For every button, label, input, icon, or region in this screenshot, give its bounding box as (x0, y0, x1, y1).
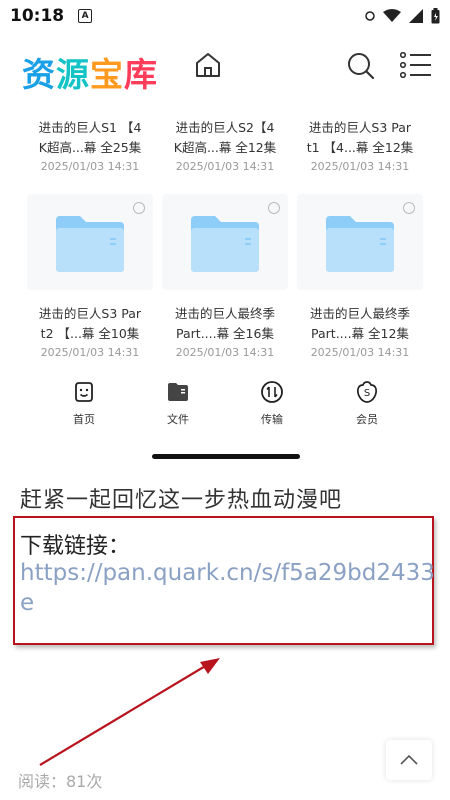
status-time: 10:18 (10, 6, 65, 26)
member-icon: S (356, 381, 378, 403)
file-item[interactable]: 进击的巨人S3 Par t1 【4...幕 全12集 2025/01/03 14… (297, 118, 423, 173)
signal-dot-icon (365, 11, 375, 21)
file-date: 2025/01/03 14:31 (175, 346, 275, 359)
file-date: 2025/01/03 14:31 (310, 346, 410, 359)
file-date: 2025/01/03 14:31 (175, 160, 275, 173)
status-bar: 10:18 A (0, 0, 450, 32)
notification-icon: A (78, 9, 93, 23)
smiley-icon (75, 382, 93, 402)
file-date: 2025/01/03 14:31 (40, 160, 140, 173)
select-radio[interactable] (403, 202, 415, 214)
article-screenshot: 进击的巨人S1 【4 K超高...幕 全25集 2025/01/03 14:31… (0, 102, 450, 462)
folder-icon (326, 216, 394, 272)
download-link[interactable]: https://pan.quark.cn/s/f5a29bd2433e (20, 558, 440, 618)
home-icon[interactable] (193, 50, 223, 80)
tab-label: 传输 (261, 413, 283, 426)
file-name: 进击的巨人最终季 (309, 306, 410, 321)
file-name: 进击的巨人S3 Par (38, 306, 142, 321)
embedded-tab-bar: 首页 文件 传输 S 会员 (0, 380, 450, 430)
file-name: K超高...幕 全25集 (38, 140, 142, 155)
file-name: 进击的巨人最终季 (174, 306, 275, 321)
folder-icon (56, 216, 124, 272)
file-item[interactable]: 进击的巨人S1 【4 K超高...幕 全25集 2025/01/03 14:31 (27, 118, 153, 173)
tab-home[interactable]: 首页 (54, 380, 114, 427)
folder-thumbnail[interactable] (162, 194, 288, 290)
home-indicator (152, 454, 300, 459)
folder-thumbnail[interactable] (297, 194, 423, 290)
status-icons (365, 8, 440, 24)
chevron-up-icon (400, 754, 418, 765)
tab-transfer[interactable]: 传输 (242, 380, 302, 427)
tab-member[interactable]: S 会员 (337, 380, 397, 427)
site-logo[interactable]: 资源宝库 (22, 48, 158, 96)
search-icon[interactable] (346, 51, 376, 81)
file-date: 2025/01/03 14:31 (310, 160, 410, 173)
cell-signal-icon (409, 9, 423, 23)
tab-label: 会员 (356, 413, 378, 426)
file-name: Part....幕 全16集 (176, 326, 274, 341)
svg-text:S: S (364, 388, 370, 399)
back-to-top-button[interactable] (386, 740, 432, 780)
read-count: 阅读：81次 (18, 772, 103, 791)
file-name: t1 【4...幕 全12集 (306, 140, 414, 155)
file-item[interactable]: 进击的巨人最终季 Part....幕 全16集 2025/01/03 14:31 (162, 304, 288, 359)
download-label: 下载链接： (20, 534, 131, 559)
file-name: 进击的巨人S2【4 (175, 120, 275, 135)
app-header: 资源宝库 (0, 32, 450, 102)
file-date: 2025/01/03 14:31 (40, 346, 140, 359)
folder-icon (191, 216, 259, 272)
select-radio[interactable] (268, 202, 280, 214)
file-name: 进击的巨人S1 【4 (38, 120, 142, 135)
file-name: Part....幕 全12集 (311, 326, 409, 341)
file-name: 进击的巨人S3 Par (308, 120, 412, 135)
file-name: K超高...幕 全12集 (173, 140, 277, 155)
select-radio[interactable] (133, 202, 145, 214)
file-item[interactable]: 进击的巨人S3 Par t2 【...幕 全10集 2025/01/03 14:… (27, 304, 153, 359)
battery-icon (431, 8, 440, 24)
annotation-arrow-icon (39, 658, 220, 766)
tab-files[interactable]: 文件 (148, 380, 208, 427)
folder-thumbnail[interactable] (27, 194, 153, 290)
tab-label: 文件 (167, 413, 189, 426)
file-name: t2 【...幕 全10集 (40, 326, 140, 341)
article-title: 赶紧一起回忆这一步热血动漫吧 (20, 488, 343, 513)
menu-icon[interactable] (400, 52, 432, 78)
folder-tab-icon (168, 383, 188, 401)
file-item[interactable]: 进击的巨人最终季 Part....幕 全12集 2025/01/03 14:31 (297, 304, 423, 359)
file-item[interactable]: 进击的巨人S2【4 K超高...幕 全12集 2025/01/03 14:31 (162, 118, 288, 173)
transfer-icon (261, 381, 283, 403)
tab-label: 首页 (73, 413, 95, 426)
wifi-icon (383, 9, 401, 22)
